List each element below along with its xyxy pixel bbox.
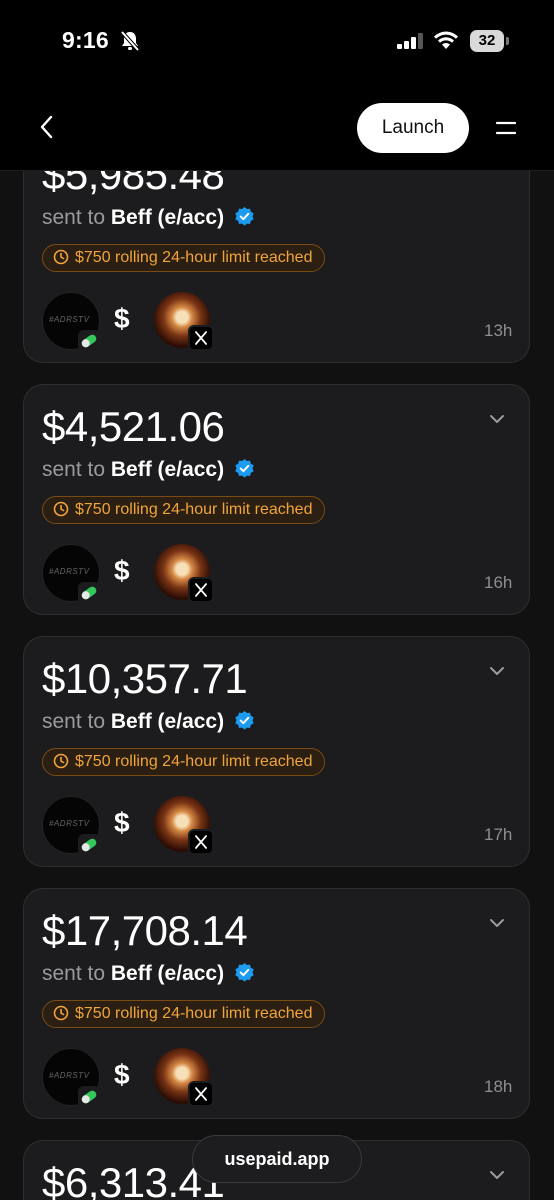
- clock-icon: [53, 249, 69, 265]
- transaction-card[interactable]: $4,521.06 sent to Beff (e/acc) $750 roll…: [23, 384, 530, 615]
- x-logo-icon: [188, 577, 214, 603]
- sent-to-prefix: sent to: [42, 458, 106, 481]
- top-nav-bar: Launch: [0, 80, 554, 171]
- chevron-down-icon[interactable]: [488, 917, 506, 929]
- clock-icon: [53, 501, 69, 517]
- clock-icon: [53, 1005, 69, 1021]
- limit-warning-text: $750 rolling 24-hour limit reached: [75, 753, 313, 770]
- transaction-age: 13h: [484, 321, 513, 340]
- payment-dollar-icon: $: [114, 1059, 130, 1090]
- clock-icon: [53, 753, 69, 769]
- sender-tag: #ADRSTV: [49, 315, 90, 324]
- limit-warning-text: $750 rolling 24-hour limit reached: [75, 501, 313, 518]
- verified-badge-icon: [235, 206, 254, 226]
- sent-to-line: sent to Beff (e/acc): [42, 710, 255, 734]
- x-logo-icon: [188, 325, 214, 351]
- payment-dollar-icon: $: [114, 303, 130, 334]
- transaction-amount: $17,708.14: [42, 907, 248, 954]
- payment-dollar-icon: $: [114, 807, 130, 838]
- pill-icon: [78, 330, 100, 352]
- limit-warning-badge: $750 rolling 24-hour limit reached: [42, 244, 326, 272]
- sender-tag: #ADRSTV: [49, 567, 90, 576]
- sent-to-prefix: sent to: [42, 710, 106, 733]
- transaction-card[interactable]: $10,357.71 sent to Beff (e/acc) $750 rol…: [23, 636, 530, 867]
- verified-badge-icon: [235, 710, 254, 730]
- transaction-age: 17h: [484, 825, 513, 844]
- chevron-down-icon[interactable]: [488, 665, 506, 677]
- limit-warning-badge: $750 rolling 24-hour limit reached: [42, 1000, 326, 1028]
- pill-icon: [78, 582, 100, 604]
- recipient-name[interactable]: Beff (e/acc): [111, 710, 224, 733]
- limit-warning-text: $750 rolling 24-hour limit reached: [75, 1005, 313, 1022]
- verified-badge-icon: [235, 962, 254, 982]
- limit-warning-text: $750 rolling 24-hour limit reached: [75, 249, 313, 266]
- sent-to-prefix: sent to: [42, 962, 106, 985]
- sender-tag: #ADRSTV: [49, 819, 90, 828]
- limit-warning-badge: $750 rolling 24-hour limit reached: [42, 496, 326, 524]
- transaction-feed: $5,985.48 sent to Beff (e/acc) $750 roll…: [0, 0, 554, 1200]
- sent-to-line: sent to Beff (e/acc): [42, 206, 255, 230]
- transaction-age: 16h: [484, 573, 513, 592]
- sent-to-prefix: sent to: [42, 206, 106, 229]
- sent-to-line: sent to Beff (e/acc): [42, 458, 255, 482]
- launch-button[interactable]: Launch: [357, 103, 469, 153]
- transaction-amount: $10,357.71: [42, 655, 248, 702]
- pill-icon: [78, 834, 100, 856]
- chevron-down-icon[interactable]: [488, 413, 506, 425]
- verified-badge-icon: [235, 458, 254, 478]
- x-logo-icon: [188, 829, 214, 855]
- recipient-name[interactable]: Beff (e/acc): [111, 458, 224, 481]
- x-logo-icon: [188, 1081, 214, 1107]
- recipient-name[interactable]: Beff (e/acc): [111, 962, 224, 985]
- transaction-age: 18h: [484, 1077, 513, 1096]
- transaction-card[interactable]: $17,708.14 sent to Beff (e/acc) $750 rol…: [23, 888, 530, 1119]
- site-url-pill[interactable]: usepaid.app: [192, 1135, 362, 1183]
- back-chevron-icon[interactable]: [36, 114, 58, 140]
- chevron-down-icon[interactable]: [488, 1169, 506, 1181]
- menu-icon[interactable]: [495, 121, 517, 135]
- recipient-name[interactable]: Beff (e/acc): [111, 206, 224, 229]
- transaction-amount: $4,521.06: [42, 403, 225, 450]
- limit-warning-badge: $750 rolling 24-hour limit reached: [42, 748, 326, 776]
- pill-icon: [78, 1086, 100, 1108]
- payment-dollar-icon: $: [114, 555, 130, 586]
- sender-tag: #ADRSTV: [49, 1071, 90, 1080]
- sent-to-line: sent to Beff (e/acc): [42, 962, 255, 986]
